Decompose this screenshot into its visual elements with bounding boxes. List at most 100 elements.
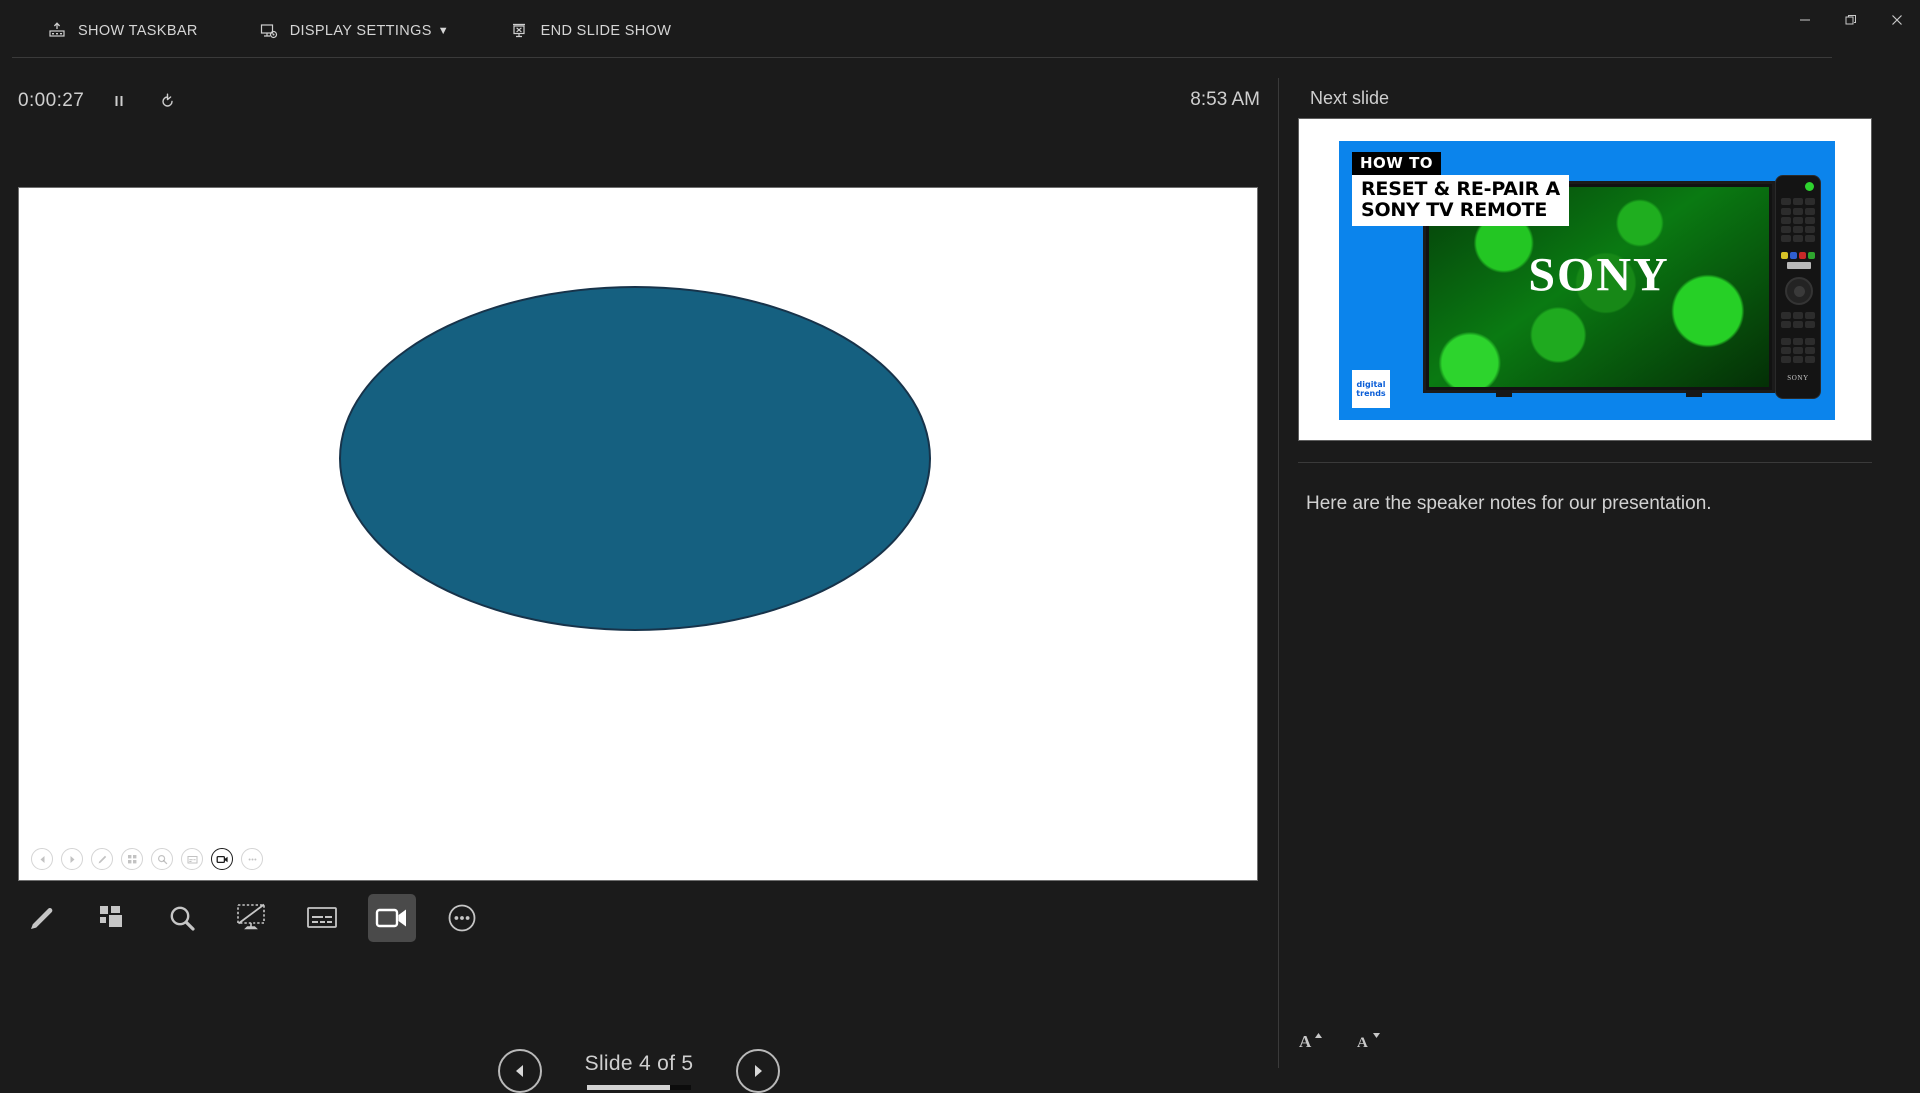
end-slide-show-label: END SLIDE SHOW — [540, 23, 672, 39]
remote-dpad — [1785, 277, 1813, 305]
tv-sony-logo: SONY — [1528, 248, 1670, 302]
zoom-mini-button[interactable] — [151, 848, 173, 870]
logo-line-2: trends — [1356, 389, 1386, 398]
all-slides-tool-button[interactable] — [88, 894, 136, 942]
notes-divider — [1298, 462, 1872, 463]
previous-slide-button[interactable] — [498, 1049, 542, 1093]
next-slide-thumbnail[interactable]: SONY HOW TO RESET & RE-PAIR A SONY TV RE… — [1298, 118, 1872, 441]
remote-numpad — [1781, 208, 1815, 242]
remote-playback-keys — [1781, 338, 1815, 363]
subtitles-icon — [307, 907, 337, 928]
ellipsis-icon — [248, 858, 256, 860]
chevron-down-icon: ▼ — [437, 25, 449, 37]
pen-icon — [31, 908, 53, 929]
remote-top-keys — [1781, 198, 1815, 205]
magnifier-icon — [157, 854, 167, 864]
increase-font-size-icon: A — [1299, 1032, 1322, 1051]
elapsed-timer: 0:00:27 — [18, 90, 85, 111]
current-time: 8:53 AM — [1190, 89, 1260, 110]
subtitles-tool-button[interactable] — [298, 894, 346, 942]
subtitles-mini-button[interactable] — [181, 848, 203, 870]
previous-slide-mini-button[interactable] — [31, 848, 53, 870]
grid-icon — [100, 906, 122, 927]
display-settings-icon — [258, 20, 280, 42]
show-taskbar-icon — [46, 20, 68, 42]
camera-icon — [216, 855, 228, 863]
pen-mini-button[interactable] — [91, 848, 113, 870]
end-slide-show-icon — [509, 20, 531, 42]
presenter-toolbar — [18, 894, 486, 942]
ellipse-shape — [339, 286, 931, 631]
slide-counter-label: Slide 4 of 5 — [584, 1052, 694, 1075]
restart-icon — [162, 93, 173, 107]
restart-timer-button[interactable] — [154, 88, 180, 114]
svg-text:A: A — [1299, 1032, 1312, 1051]
in-slide-toolbar — [31, 848, 263, 870]
slide-counter-group: Slide 4 of 5 — [564, 1052, 714, 1090]
minimize-button[interactable] — [1782, 0, 1828, 40]
tv-remote-illustration: SONY — [1775, 175, 1821, 399]
triangle-left-icon — [40, 855, 44, 863]
display-settings-label: DISPLAY SETTINGS — [289, 23, 432, 39]
next-slide-header: Next slide — [1310, 88, 1390, 108]
more-options-mini-button[interactable] — [241, 848, 263, 870]
more-options-tool-button[interactable] — [438, 894, 486, 942]
netflix-key — [1787, 262, 1811, 269]
window-controls — [1782, 0, 1920, 40]
thumbnail-title-line-1: RESET & RE-PAIR A — [1361, 178, 1561, 200]
slide-progress-fill — [587, 1085, 671, 1090]
camera-tool-button[interactable] — [368, 894, 416, 942]
restore-button[interactable] — [1828, 0, 1874, 40]
next-slide-button[interactable] — [736, 1049, 780, 1093]
current-slide-column: 0:00:27 8:53 AM Slide 4 of 5 — [0, 64, 1278, 1093]
pause-timer-button[interactable] — [106, 88, 132, 114]
camera-mini-button[interactable] — [211, 848, 233, 870]
timer-group: 0:00:27 — [18, 86, 180, 116]
howto-chip: HOW TO — [1352, 152, 1442, 175]
end-slide-show-button[interactable]: END SLIDE SHOW — [503, 16, 678, 46]
next-slide-mini-button[interactable] — [61, 848, 83, 870]
slide-navigation: Slide 4 of 5 — [0, 1049, 1278, 1093]
thumbnail-title-block: RESET & RE-PAIR A SONY TV REMOTE — [1352, 175, 1570, 227]
display-settings-button[interactable]: DISPLAY SETTINGS ▼ — [252, 16, 455, 46]
subtitles-icon — [187, 855, 197, 863]
thumbnail-artwork: SONY HOW TO RESET & RE-PAIR A SONY TV RE… — [1339, 141, 1835, 420]
tv-foot-left — [1496, 390, 1512, 397]
top-command-bar: SHOW TASKBAR DISPLAY SETTINGS ▼ END SLID… — [40, 16, 725, 46]
pen-tool-button[interactable] — [18, 894, 66, 942]
minimize-icon — [1800, 19, 1810, 21]
remote-sony-logo: SONY — [1787, 374, 1809, 382]
svg-text:A: A — [1357, 1035, 1368, 1051]
title-bar: SHOW TASKBAR DISPLAY SETTINGS ▼ END SLID… — [0, 0, 1920, 64]
pause-icon — [115, 96, 123, 106]
triangle-right-icon — [70, 855, 74, 863]
show-taskbar-label: SHOW TASKBAR — [78, 23, 198, 39]
logo-line-1: digital — [1356, 379, 1386, 389]
black-screen-tool-button[interactable] — [228, 894, 276, 942]
dpad-center — [1793, 285, 1805, 297]
zoom-tool-button[interactable] — [158, 894, 206, 942]
close-icon — [1892, 15, 1902, 25]
speaker-notes-text[interactable]: Here are the speaker notes for our prese… — [1306, 490, 1866, 518]
magnifier-icon — [170, 906, 195, 931]
current-slide-canvas — [19, 188, 1257, 880]
camera-icon — [375, 908, 406, 928]
next-slide-column: Next slide SONY HOW TO RESET & RE-PAIR A… — [1294, 64, 1904, 1080]
all-slides-mini-button[interactable] — [121, 848, 143, 870]
restore-icon — [1845, 15, 1856, 25]
increase-font-size-button[interactable]: A — [1295, 1028, 1329, 1058]
title-bar-divider — [12, 57, 1832, 58]
blank-screen-icon — [237, 903, 265, 930]
current-slide-stage[interactable] — [18, 187, 1258, 881]
slide-progress-track[interactable] — [587, 1085, 691, 1090]
column-divider — [1278, 78, 1279, 1068]
decrease-font-size-button[interactable]: A — [1353, 1028, 1387, 1058]
show-taskbar-button[interactable]: SHOW TASKBAR — [40, 16, 204, 46]
decrease-font-size-icon: A — [1357, 1033, 1380, 1051]
pen-icon — [98, 855, 106, 863]
tv-foot-right — [1686, 390, 1702, 397]
remote-color-keys — [1781, 252, 1815, 259]
grid-icon — [127, 854, 136, 863]
close-button[interactable] — [1874, 0, 1920, 40]
digital-trends-logo: digital trends — [1352, 370, 1390, 408]
